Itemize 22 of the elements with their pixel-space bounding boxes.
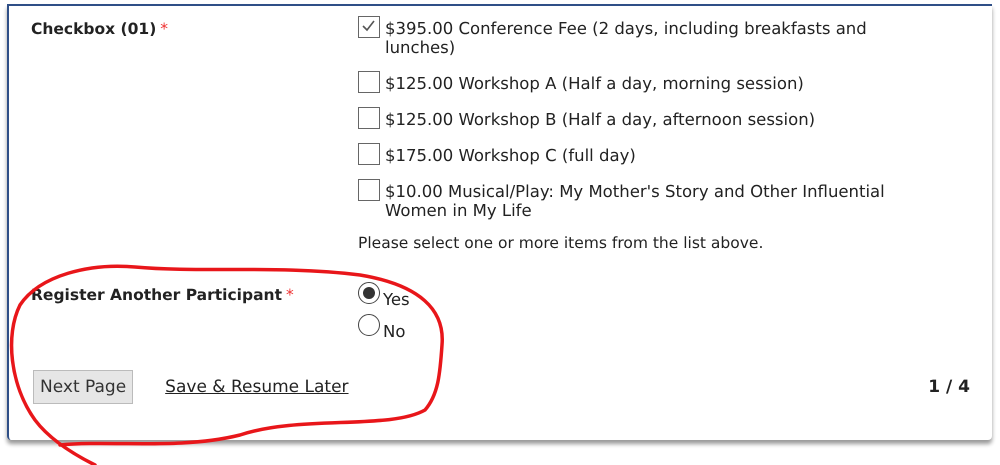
radio-label: Yes <box>383 290 410 309</box>
checkbox-label: $125.00 Workshop A (Half a day, morning session) <box>385 73 805 93</box>
required-asterisk: * <box>160 20 168 38</box>
radio-button[interactable] <box>358 314 380 336</box>
field-label: Register Another Participant <box>31 286 282 304</box>
next-page-button[interactable]: Next Page <box>33 370 134 404</box>
page-indicator: 1 / 4 <box>928 377 970 397</box>
checkbox[interactable] <box>358 107 380 129</box>
checkbox[interactable] <box>358 179 380 201</box>
radio-label: No <box>383 322 406 341</box>
checkbox-label: $175.00 Workshop C (full day) <box>385 145 637 165</box>
checkbox-label: $10.00 Musical/Play: My Mother's Story and Other Influential Women in My Life <box>385 181 886 220</box>
save-resume-link[interactable]: Save & Resume Later <box>165 377 349 397</box>
checkbox-label: $395.00 Conference Fee (2 days, including breakfasts and lunches) <box>385 18 868 57</box>
radio-button[interactable] <box>358 282 380 304</box>
required-asterisk: * <box>286 286 294 304</box>
help-text: Please select one or more items from the list above. <box>358 234 764 252</box>
checkbox[interactable] <box>358 16 380 38</box>
checkbox[interactable] <box>358 143 380 165</box>
field-label: Checkbox (01) <box>31 20 156 38</box>
checkbox-label: $125.00 Workshop B (Half a day, afternoon session) <box>385 109 816 129</box>
checkbox[interactable] <box>358 71 380 93</box>
